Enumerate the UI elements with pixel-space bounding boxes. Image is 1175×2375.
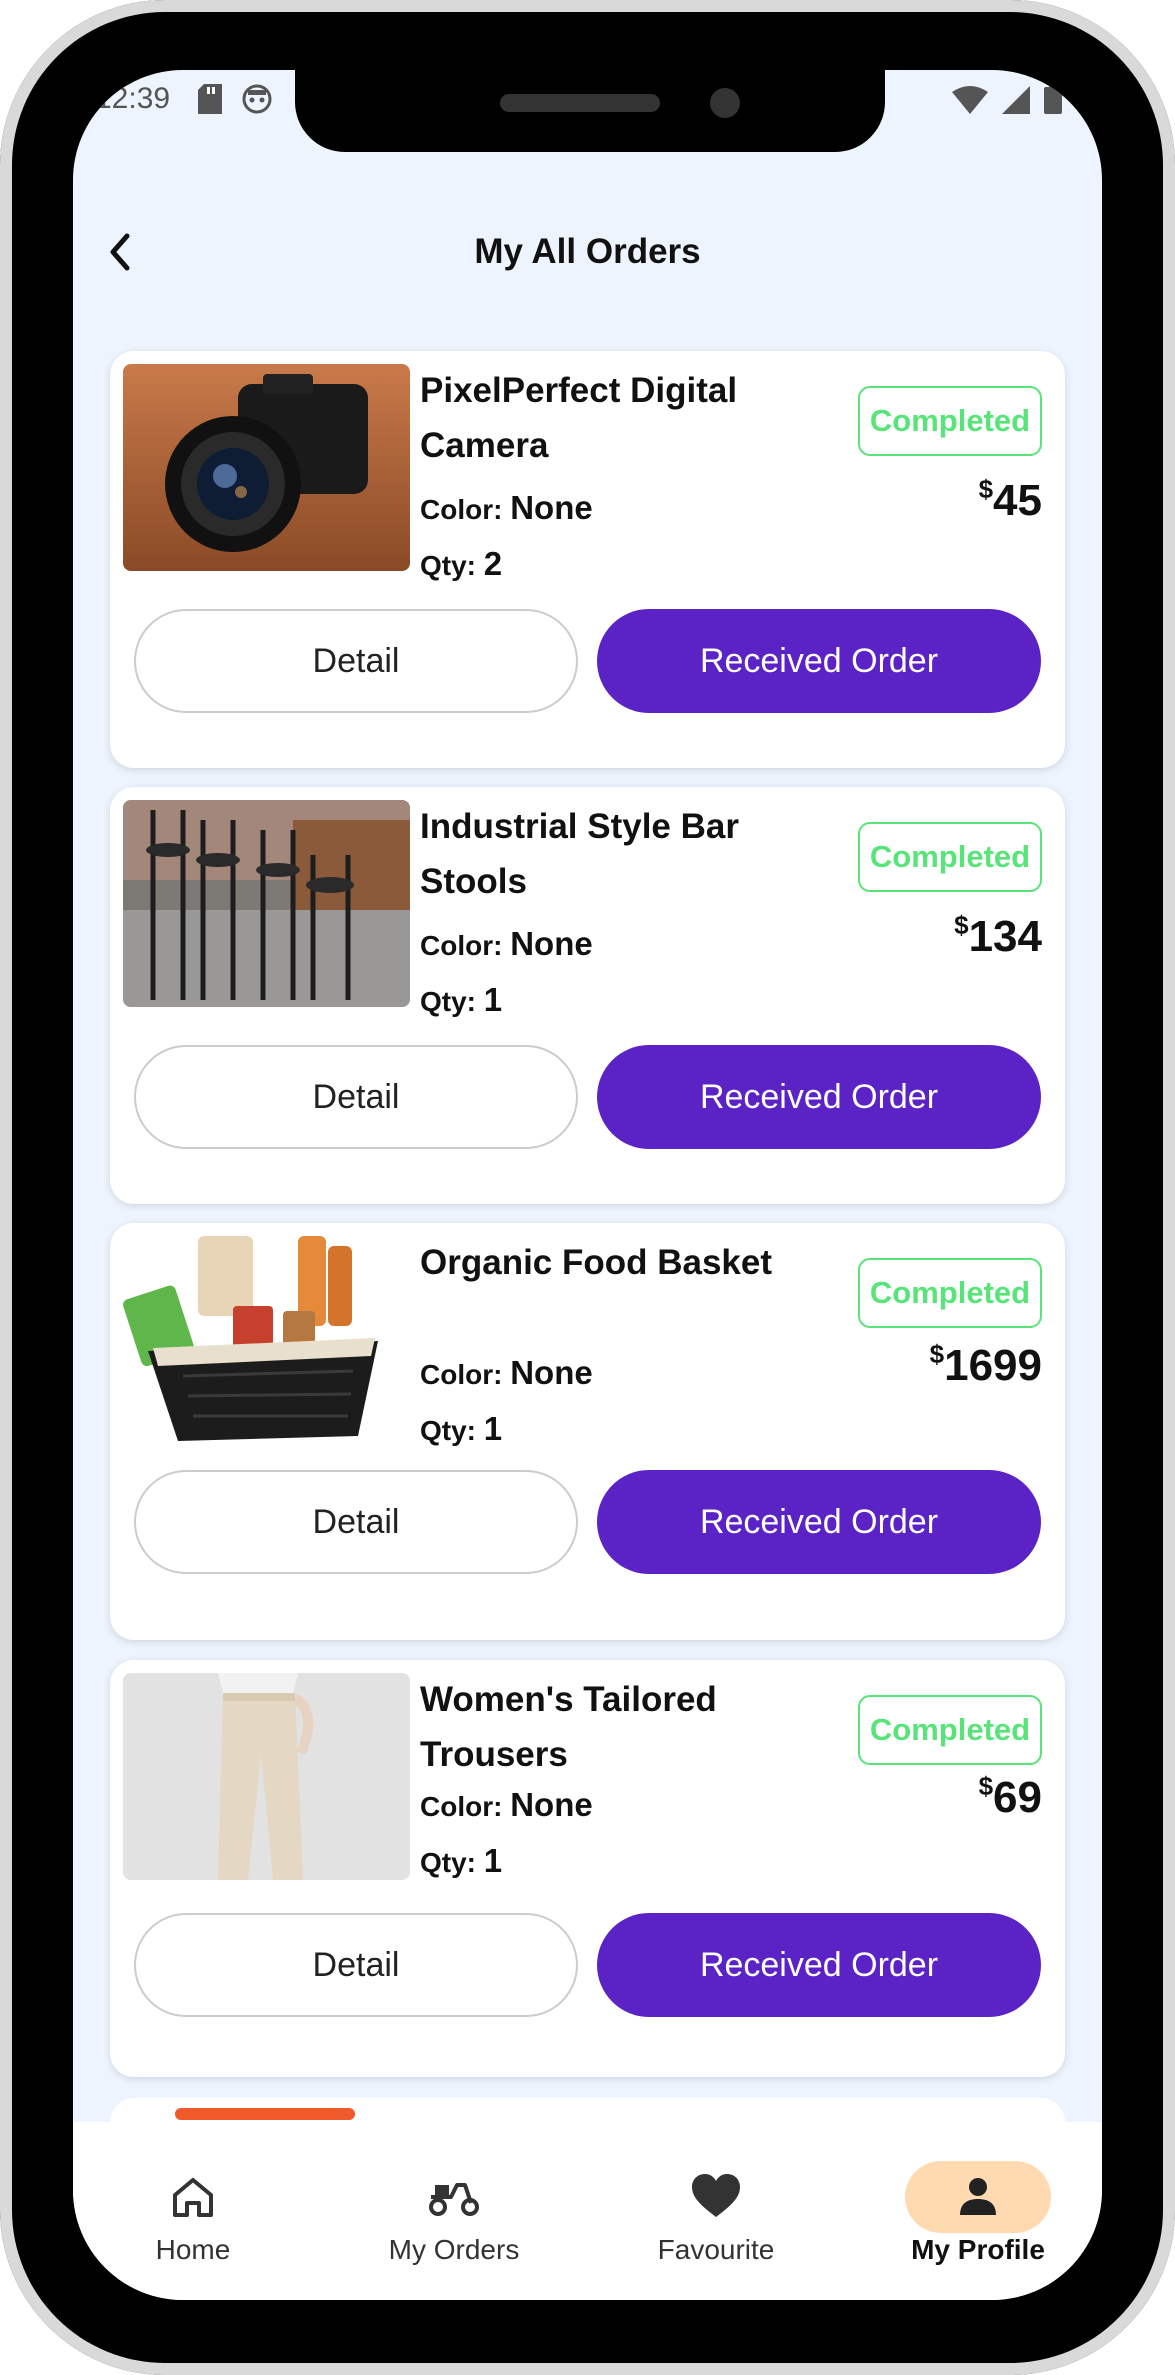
price-value: 45 [993,476,1042,525]
color-value: None [510,1786,593,1823]
status-icons-right [952,84,1062,114]
qty-value: 1 [483,1842,503,1879]
signal-icon [1002,86,1030,114]
status-badge: Completed [858,822,1042,892]
person-icon [943,2162,1013,2232]
qty-label: Qty: [420,550,476,581]
product-qty: Qty: 1 [420,1410,502,1448]
product-color: Color: None [420,489,593,527]
order-card: PixelPerfect Digital Camera Color: None … [110,351,1065,768]
nav-item-home[interactable]: Home [83,2122,303,2265]
sd-card-icon [198,84,222,114]
product-color: Color: None [420,1786,593,1824]
order-price: $45 [978,474,1042,526]
nav-label: My Orders [388,2234,520,2265]
detail-button[interactable]: Detail [134,609,578,713]
nav-label: Favourite [657,2234,775,2265]
product-color: Color: None [420,1354,593,1392]
order-price: $134 [954,910,1042,962]
price-value: 1699 [944,1341,1042,1390]
qty-value: 1 [483,1410,503,1447]
status-icons-left [198,84,272,114]
color-label: Color: [420,1791,503,1822]
currency-symbol: $ [954,910,969,940]
status-badge: Completed [858,386,1042,456]
product-qty: Qty: 1 [420,981,502,1019]
scooter-icon [419,2162,489,2232]
wifi-icon [952,86,988,114]
qty-value: 2 [483,545,503,582]
nav-item-my-profile[interactable]: My Profile [868,2122,1088,2265]
product-image-camera [123,364,410,571]
qty-label: Qty: [420,1415,476,1446]
detail-button[interactable]: Detail [134,1470,578,1574]
status-time: 12:39 [95,82,171,115]
order-card: Organic Food Basket Color: None Qty: 1 C… [110,1223,1065,1640]
order-price: $69 [978,1771,1042,1823]
product-name: PixelPerfect Digital Camera [420,371,738,465]
status-bar: 12:39 [73,70,1102,160]
color-label: Color: [420,930,503,961]
detail-button[interactable]: Detail [134,1913,578,2017]
currency-symbol: $ [929,1339,945,1369]
order-card: Women's Tailored Trousers Color: None Qt… [110,1660,1065,2077]
page-header: My All Orders [73,210,1102,300]
battery-icon [1044,84,1062,114]
app-screen: 12:39 My All Orders PixelPerfect Digital… [73,70,1102,2300]
color-value: None [510,1354,593,1391]
received-order-button[interactable]: Received Order [597,609,1041,713]
received-order-button[interactable]: Received Order [597,1045,1041,1149]
qty-label: Qty: [420,986,476,1017]
product-name: Industrial Style Bar Stools [420,807,739,901]
product-color: Color: None [420,925,593,963]
nav-label: My Profile [911,2234,1045,2265]
price-value: 69 [993,1773,1042,1822]
product-image-bar-stools [123,800,410,1007]
color-value: None [510,489,593,526]
qty-label: Qty: [420,1847,476,1878]
detail-button[interactable]: Detail [134,1045,578,1149]
color-label: Color: [420,494,503,525]
product-image-food-basket [123,1236,410,1443]
status-badge: Completed [858,1695,1042,1765]
received-order-button[interactable]: Received Order [597,1470,1041,1574]
product-name: Organic Food Basket [420,1243,773,1282]
price-value: 134 [968,912,1042,961]
page-title: My All Orders [474,232,701,271]
product-name: Women's Tailored Trousers [420,1680,717,1774]
heart-icon [681,2162,751,2232]
bottom-navigation: Home My Orders Favourite My Profile [73,2122,1102,2300]
speaker-grille [500,94,660,112]
color-value: None [510,925,593,962]
product-qty: Qty: 2 [420,545,502,583]
product-image-trousers [123,1673,410,1880]
product-qty: Qty: 1 [420,1842,502,1880]
color-label: Color: [420,1359,503,1390]
nav-item-favourite[interactable]: Favourite [606,2122,826,2265]
android-face-icon [242,84,272,114]
product-image-partial [175,2108,355,2120]
currency-symbol: $ [978,474,994,504]
status-badge: Completed [858,1258,1042,1328]
nav-label: Home [155,2234,231,2265]
home-icon [158,2162,228,2232]
qty-value: 1 [483,981,503,1018]
order-card: Industrial Style Bar Stools Color: None … [110,787,1065,1204]
currency-symbol: $ [978,1771,994,1801]
camera-notch [295,70,885,152]
received-order-button[interactable]: Received Order [597,1913,1041,2017]
order-price: $1699 [929,1339,1042,1391]
front-camera [710,88,740,118]
nav-item-my-orders[interactable]: My Orders [344,2122,564,2265]
